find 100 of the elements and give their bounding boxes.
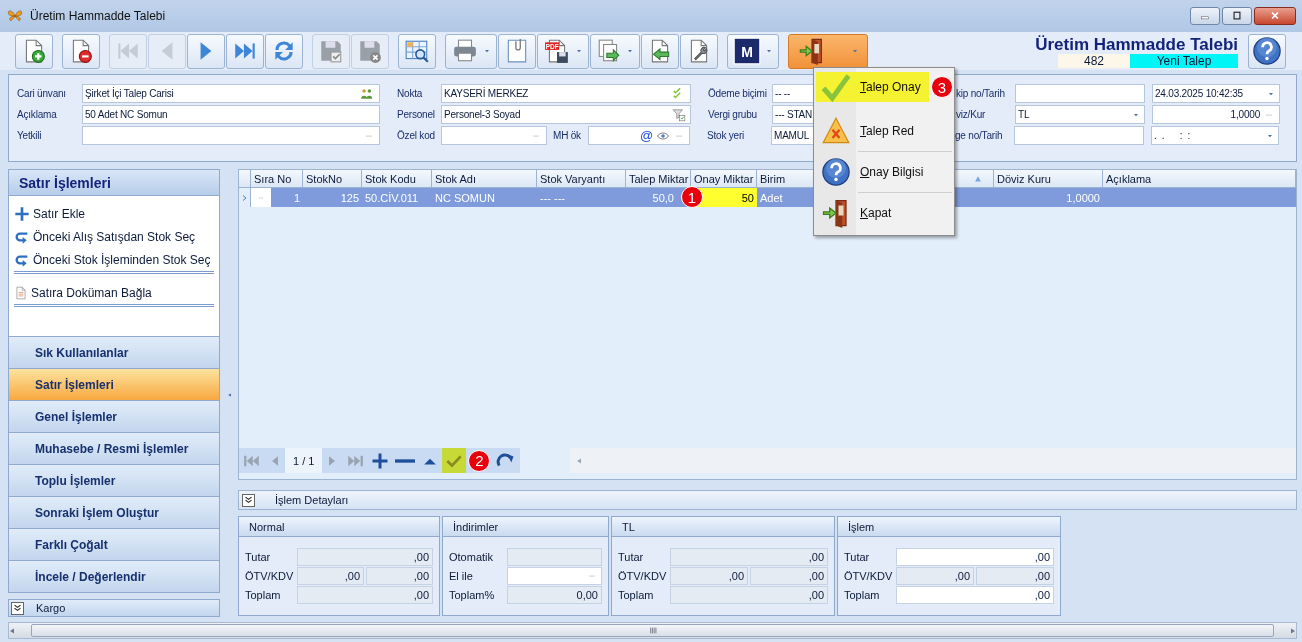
input-field[interactable]: 1,0000 — [1152, 105, 1280, 124]
maximize-button[interactable] — [1222, 7, 1252, 25]
field-label: Açıklama — [17, 109, 57, 120]
column-header[interactable]: Döviz Kuru — [994, 170, 1103, 188]
next-button[interactable] — [187, 33, 225, 69]
input-field[interactable]: ,00 — [896, 567, 974, 585]
column-header[interactable]: Talep Miktar — [626, 170, 691, 188]
input-field[interactable]: KAYSERİ MERKEZ — [441, 84, 691, 103]
column-header[interactable]: Stok Kodu — [362, 170, 432, 188]
collapsed-section[interactable]: Kargo — [8, 599, 221, 617]
attach-button[interactable] — [498, 33, 536, 69]
field-label: Özel kod — [397, 130, 435, 141]
input-field[interactable] — [441, 126, 547, 145]
column-header[interactable]: Sıra No — [251, 170, 303, 188]
table-cell: 1 — [251, 188, 303, 207]
logo-button[interactable]: M — [727, 33, 779, 69]
field-label: El ile — [449, 570, 474, 582]
input-field[interactable]: ,00 — [896, 548, 1054, 566]
delete-button[interactable] — [62, 33, 100, 69]
exit-button[interactable] — [788, 33, 868, 69]
input-field[interactable] — [82, 126, 380, 145]
caret-icon — [1132, 111, 1140, 118]
input-field[interactable]: TL — [1015, 105, 1145, 124]
horizontal-scrollbar[interactable] — [570, 448, 1296, 473]
section-label: Kargo — [36, 602, 66, 614]
input-field[interactable]: ,00 — [297, 586, 433, 604]
expand-button[interactable] — [242, 493, 255, 507]
scroll-left-icon — [9, 626, 15, 635]
caret-icon — [765, 48, 773, 54]
section-tab[interactable]: Genel İşlemler — [8, 401, 221, 433]
help-icon — [821, 157, 851, 187]
menu-item[interactable]: Talep Onay — [816, 72, 929, 102]
input-field[interactable]: ,00 — [670, 586, 828, 604]
document-title: Üretim Hammadde Talebi — [1035, 34, 1238, 54]
input-field[interactable]: ,00 — [297, 548, 433, 566]
grid-search-button[interactable] — [398, 33, 436, 69]
section-tab[interactable]: Satır İşlemleri — [8, 369, 221, 401]
field-label: Otomatik — [449, 551, 494, 563]
input-field[interactable]: ,00 — [366, 567, 433, 585]
input-field[interactable]: . . : : — [1151, 126, 1279, 145]
section-tab[interactable]: Sık Kullanılanlar — [8, 337, 221, 369]
details-header[interactable]: İşlem Detayları — [238, 490, 1297, 510]
refresh-button[interactable] — [265, 33, 303, 69]
new-button[interactable] — [15, 33, 53, 69]
input-field[interactable]: 0,00 — [507, 586, 602, 604]
group-title: Normal — [239, 517, 439, 537]
minimize-button[interactable] — [1190, 7, 1220, 25]
input-field[interactable]: Şirket İçi Talep Carisi — [82, 84, 380, 103]
document-icon — [14, 285, 28, 301]
input-field[interactable] — [507, 548, 602, 566]
input-field[interactable]: 50 Adet NC Somun — [82, 105, 380, 124]
input-field[interactable]: ,00 — [750, 567, 828, 585]
redo-button[interactable] — [492, 448, 521, 473]
approve-button[interactable] — [442, 448, 467, 473]
field-label: kip no/Tarih — [956, 88, 1005, 99]
input-field[interactable]: ,00 — [297, 567, 364, 585]
input-field[interactable]: Personel-3 Soyad — [441, 105, 691, 124]
at-sign[interactable]: @ — [640, 128, 653, 143]
input-field[interactable] — [1014, 126, 1144, 145]
column-header[interactable]: StokNo — [303, 170, 362, 188]
input-field[interactable]: ,00 — [896, 586, 1054, 604]
print-button[interactable] — [445, 33, 497, 69]
input-field[interactable] — [1015, 84, 1145, 103]
input-field[interactable]: ,00 — [670, 567, 748, 585]
up-button[interactable] — [418, 448, 443, 473]
column-header[interactable]: Onay Miktar — [691, 170, 757, 188]
table-cell-text: NC SOMUN — [434, 190, 496, 206]
input-field[interactable]: 24.03.2025 10:42:35 — [1152, 84, 1280, 103]
section-tab[interactable]: İncele / Değerlendir — [8, 561, 221, 593]
field-label: Ödeme biçimi — [708, 88, 767, 99]
row-pointer-icon — [241, 192, 248, 203]
section-tab[interactable]: Toplu İşlemler — [8, 465, 221, 497]
last-button[interactable] — [226, 33, 264, 69]
action-link[interactable]: Satıra Doküman Bağla — [14, 285, 215, 301]
action-link[interactable]: Önceki Alış Satışdan Stok Seç — [14, 229, 215, 245]
input-field[interactable]: @ — [588, 126, 690, 145]
input-field[interactable]: ,00 — [670, 548, 828, 566]
section-tab[interactable]: Muhasebe / Resmi İşlemler — [8, 433, 221, 465]
table-cell-text: 1,0000 — [1065, 190, 1101, 206]
export-button[interactable] — [590, 33, 640, 69]
help-button[interactable] — [1248, 33, 1286, 69]
horizontal-scrollbar[interactable] — [8, 622, 1297, 639]
import-button[interactable] — [641, 33, 679, 69]
column-header[interactable]: Açıklama — [1103, 170, 1296, 188]
expand-button[interactable] — [11, 601, 24, 615]
caret-icon — [575, 48, 583, 54]
menu-item[interactable]: Talep Red — [816, 111, 952, 151]
column-header[interactable]: Stok Adı — [432, 170, 537, 188]
input-field[interactable]: ,00 — [976, 567, 1054, 585]
section-tab[interactable]: Farklı Çoğalt — [8, 529, 221, 561]
warning-icon — [821, 117, 851, 145]
action-link[interactable]: Önceki Stok İşleminden Stok Seç — [14, 252, 215, 268]
section-tab[interactable]: Sonraki İşlem Oluştur — [8, 497, 221, 529]
chevron-icon — [13, 603, 22, 613]
step-badge: 3 — [931, 76, 953, 98]
tools-button[interactable] — [680, 33, 718, 69]
action-link[interactable]: Satır Ekle — [14, 206, 215, 222]
input-field[interactable] — [507, 567, 602, 585]
close-button[interactable] — [1254, 7, 1296, 25]
column-header[interactable]: Stok Varyantı — [537, 170, 626, 188]
